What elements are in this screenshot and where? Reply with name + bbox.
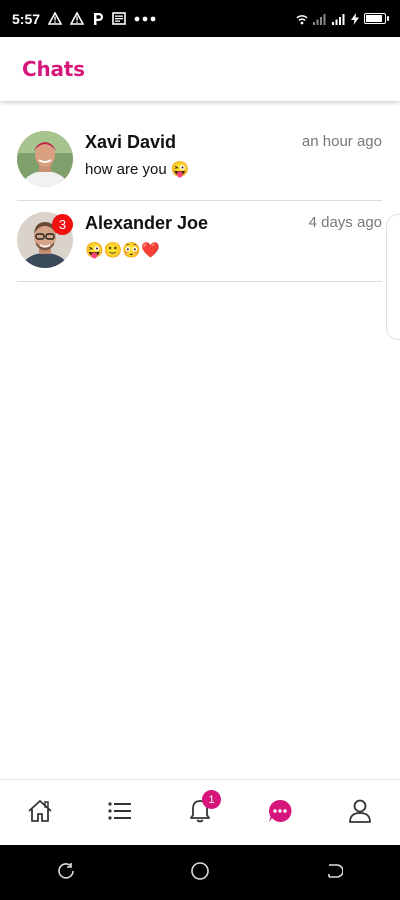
chat-timestamp: 4 days ago (308, 214, 382, 231)
news-icon (112, 12, 126, 25)
notification-count-badge: 1 (202, 790, 221, 809)
warning-icon (48, 12, 63, 25)
bottom-navigation: 1 (0, 779, 400, 846)
unread-count-badge: 3 (52, 214, 73, 235)
status-time: 5:57 (12, 10, 41, 27)
app-header: Chats (0, 37, 400, 101)
status-bar: 5:57 (0, 0, 400, 37)
profile-icon (348, 798, 372, 828)
wifi-icon (296, 13, 308, 25)
warning-icon (70, 12, 85, 25)
parking-icon (92, 12, 104, 26)
signal-icon (332, 13, 346, 25)
status-left: 5:57 (12, 11, 156, 27)
status-right (296, 12, 389, 25)
charging-icon (351, 12, 359, 25)
system-navigation-bar (0, 845, 400, 900)
side-drawer-handle[interactable] (386, 214, 400, 340)
chat-list-item[interactable]: Xavi David an hour ago how are you 😜 (17, 120, 382, 201)
signal-icon (313, 13, 327, 25)
battery-icon (364, 13, 389, 24)
chat-last-message: how are you 😜 (85, 161, 190, 178)
page-title: Chats (22, 57, 85, 81)
chat-icon (267, 798, 293, 828)
chat-last-message: 😜🙂😳❤️ (85, 242, 160, 259)
chat-timestamp: an hour ago (301, 133, 382, 150)
nav-profile[interactable] (320, 780, 400, 846)
chat-contact-name: Xavi David (85, 132, 177, 152)
home-button-icon[interactable] (190, 861, 210, 885)
list-icon (108, 801, 132, 825)
chat-list: Xavi David an hour ago how are you 😜 3 A… (17, 120, 382, 282)
recent-apps-icon[interactable] (57, 862, 75, 884)
back-icon[interactable] (325, 862, 344, 884)
chat-list-item[interactable]: 3 Alexander Joe 4 days ago 😜🙂😳❤️ (17, 201, 382, 282)
nav-list[interactable] (80, 780, 160, 846)
nav-home[interactable] (0, 780, 80, 846)
nav-chats[interactable] (240, 780, 320, 846)
home-icon (27, 798, 53, 828)
chat-contact-name: Alexander Joe (85, 213, 209, 233)
more-dots-icon (134, 16, 156, 22)
avatar (17, 131, 73, 187)
nav-notifications[interactable]: 1 (160, 780, 240, 846)
